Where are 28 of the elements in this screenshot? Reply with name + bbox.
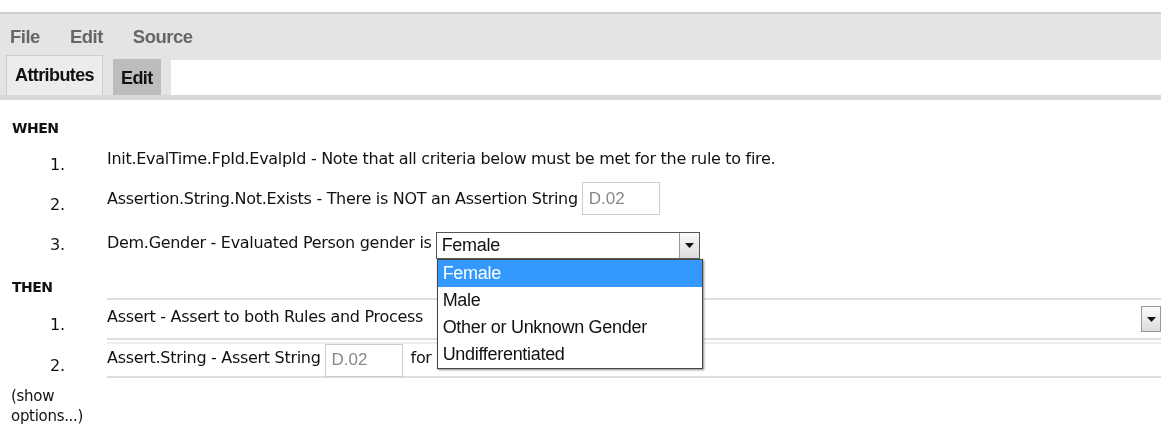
rule-text: for [410, 347, 432, 369]
dropdown-option[interactable]: Undifferentiated [437, 341, 702, 368]
dropdown-option[interactable]: Male [437, 287, 702, 314]
menu-item[interactable]: Edit [69, 23, 119, 51]
section-heading: THEN [12, 278, 54, 297]
menu-item[interactable]: File [10, 23, 56, 51]
item-number: 2. [49, 194, 66, 216]
text-field[interactable]: D.02 [324, 343, 403, 377]
rule-text: Assert - Assert to both Rules and Process [107, 306, 424, 328]
item-number: 3. [49, 234, 66, 256]
tab[interactable]: Attributes [6, 55, 103, 95]
section-heading: WHEN [12, 119, 60, 138]
text-field[interactable]: D.02 [581, 182, 660, 215]
rule-text: Assert.String - Assert String [107, 347, 321, 369]
item-number: 2. [49, 355, 66, 377]
menu-item[interactable]: Source [132, 23, 209, 51]
rule-text: Dem.Gender - Evaluated Person gender is [107, 232, 432, 254]
tab[interactable]: Edit [113, 59, 161, 95]
caret-icon [1146, 316, 1156, 322]
rule-text: Assertion.String.Not.Exists - There is NOT an Assertion String [107, 188, 578, 210]
dropdown-select[interactable]: Female [435, 232, 700, 259]
caret-icon [684, 243, 694, 248]
dropdown-option[interactable]: Other or Unknown Gender [437, 314, 702, 341]
item-number: 1. [49, 314, 66, 336]
show-options-link[interactable]: (show options...) [11, 386, 111, 427]
rule-text: Init.EvalTime.FpId.EvalpId - Note that all criteria below must be met for the rule to fire. [107, 148, 776, 170]
item-number: 1. [49, 154, 66, 176]
dropdown-button[interactable] [1141, 306, 1161, 332]
